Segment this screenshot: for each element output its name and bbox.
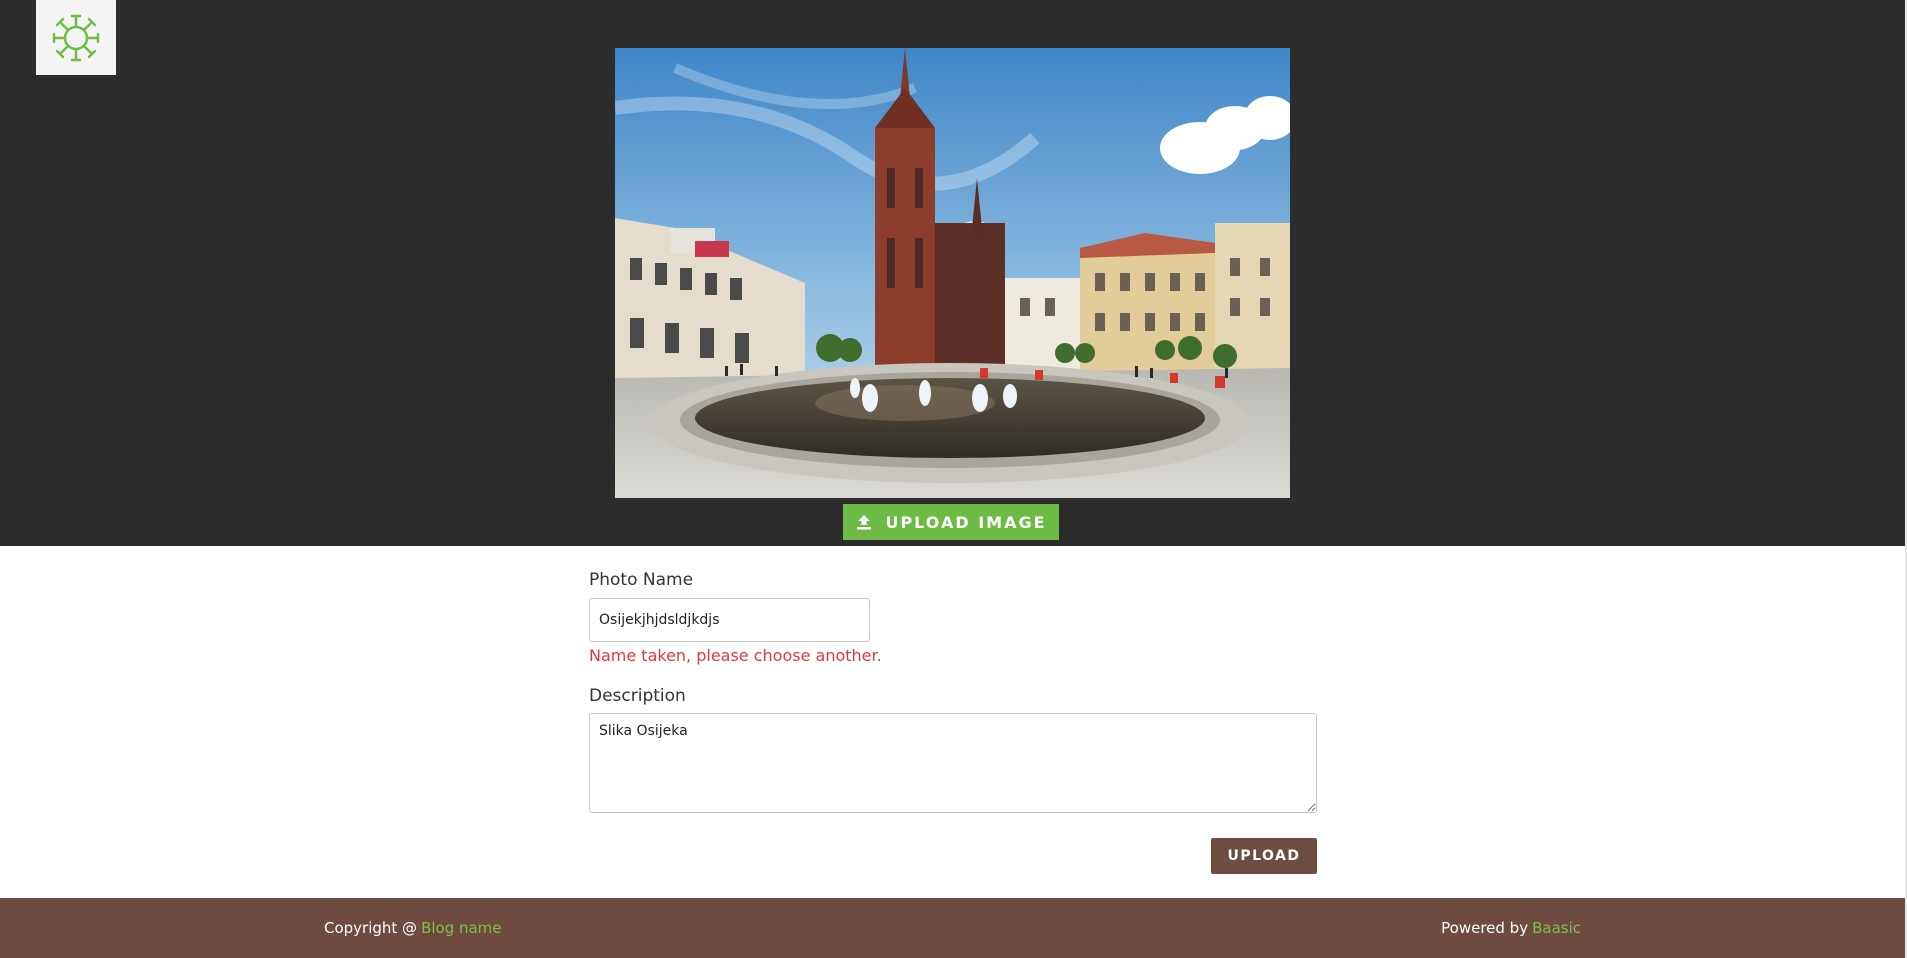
header-hero: UPLOAD IMAGE [0, 0, 1907, 546]
footer: Copyright @ Blog name Powered by Baasic [0, 898, 1907, 958]
uploaded-photo [615, 48, 1290, 498]
sun-logo-icon [52, 14, 100, 61]
powered-by-text: Powered by [1441, 919, 1529, 937]
upload-arrow-icon [855, 513, 873, 531]
description-label: Description [589, 686, 686, 706]
photo-name-error: Name taken, please choose another. [589, 646, 882, 665]
photo-name-label: Photo Name [589, 570, 694, 590]
footer-copyright: Copyright @ Blog name [324, 898, 502, 958]
upload-button[interactable]: UPLOAD [1211, 838, 1317, 874]
logo[interactable] [36, 0, 116, 75]
baasic-link[interactable]: Baasic [1532, 919, 1581, 937]
upload-image-label: UPLOAD IMAGE [885, 512, 1047, 532]
blog-name-link[interactable]: Blog name [421, 919, 501, 937]
upload-image-button[interactable]: UPLOAD IMAGE [843, 504, 1059, 540]
copyright-text: Copyright @ [324, 919, 418, 937]
footer-powered-by: Powered by Baasic [1441, 898, 1581, 958]
photo-name-input[interactable] [589, 598, 870, 642]
description-textarea[interactable]: Slika Osijeka [589, 713, 1317, 813]
